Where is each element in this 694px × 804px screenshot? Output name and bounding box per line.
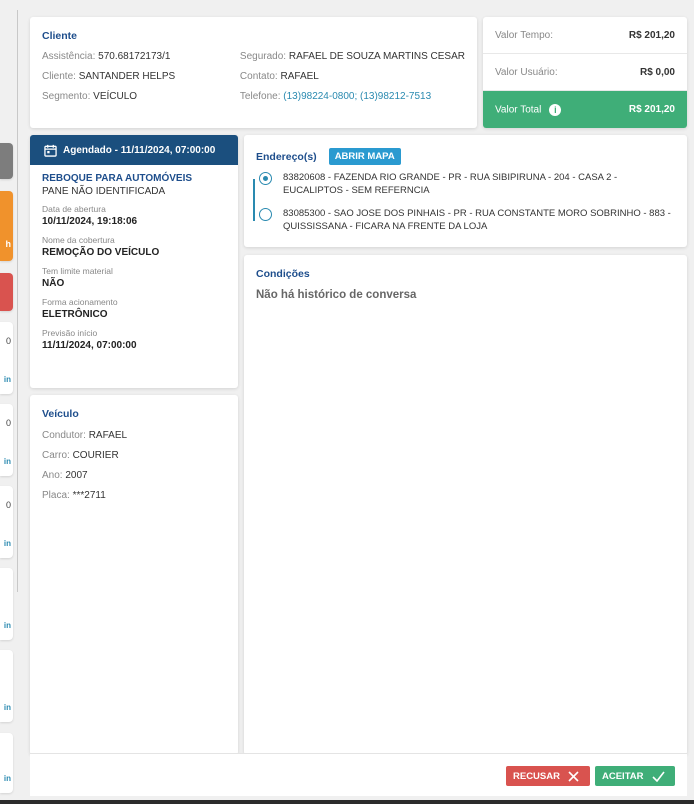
abrir-mapa-button[interactable]: ABRIR MAPA xyxy=(328,148,401,165)
field-label: Tem limite material xyxy=(42,266,113,276)
partial-red-card[interactable] xyxy=(0,273,13,311)
previsao-inicio-value: 11/11/2024, 07:00:00 xyxy=(42,340,137,351)
cobertura-value: REMOÇÃO DO VEÍCULO xyxy=(42,247,160,258)
valor-tempo-row: Valor Tempo: R$ 201,20 xyxy=(483,17,687,54)
segurado-row: Segurado: RAFAEL DE SOUZA MARTINS CESAR xyxy=(239,51,465,62)
limite-material-value: NÃO xyxy=(42,278,65,289)
carro-row: Carro: COURIER xyxy=(42,450,119,461)
telefone-row: Telefone: (13)98224-0800; (13)98212-7513 xyxy=(239,91,432,102)
segmento-row: Segmento: VEÍCULO xyxy=(42,91,138,102)
field-label: Nome da cobertura xyxy=(42,235,115,245)
partial-list-item[interactable]: in xyxy=(0,650,13,722)
carro-value: COURIER xyxy=(72,450,119,461)
valor-usuario-row: Valor Usuário: R$ 0,00 xyxy=(483,54,687,91)
partial-list-item[interactable]: 0 in xyxy=(0,404,13,476)
data-abertura-value: 10/11/2024, 19:18:06 xyxy=(42,216,138,227)
field-label: Data de abertura xyxy=(42,204,106,214)
contato-value: RAFAEL xyxy=(280,71,319,82)
condutor-row: Condutor: RAFAEL xyxy=(42,430,128,441)
endereco-title: Endereço(s) xyxy=(256,150,317,163)
check-icon xyxy=(651,771,665,782)
forma-acionamento-value: ELETRÔNICO xyxy=(42,309,108,320)
aceitar-button[interactable]: ACEITAR xyxy=(595,766,675,786)
address-destination: 83085300 - SAO JOSE DOS PINHAIS - PR - R… xyxy=(256,207,675,233)
servico-subtitle: PANE NÃO IDENTIFICADA xyxy=(42,186,166,197)
cliente-title: Cliente xyxy=(42,30,78,42)
empty-history-message: Não há histórico de conversa xyxy=(256,289,417,301)
ano-value: 2007 xyxy=(65,470,88,481)
segurado-value: RAFAEL DE SOUZA MARTINS CESAR xyxy=(288,51,465,62)
valor-total: R$ 201,20 xyxy=(628,104,675,115)
route-line xyxy=(253,179,255,221)
assistencia-value: 570.68172173/1 xyxy=(98,51,171,62)
field-label: Previsão início xyxy=(42,328,98,338)
contato-row: Contato: RAFAEL xyxy=(239,71,319,82)
cliente-row: Cliente: SANTANDER HELPS xyxy=(42,71,176,82)
telefone-link[interactable]: (13)98224-0800; (13)98212-7513 xyxy=(283,91,431,102)
partial-orange-card[interactable]: h xyxy=(0,191,13,261)
partial-list-item[interactable]: in xyxy=(0,568,13,640)
condicoes-title: Condições xyxy=(256,268,310,280)
origin-marker-icon xyxy=(259,172,272,185)
valores-card: Valor Tempo: R$ 201,20 Valor Usuário: R$… xyxy=(483,17,687,128)
veiculo-card: Veículo Condutor: RAFAEL Carro: COURIER … xyxy=(30,395,238,755)
info-icon[interactable]: i xyxy=(549,103,562,116)
destination-marker-icon xyxy=(259,208,272,221)
veiculo-title: Veículo xyxy=(42,408,79,420)
divider xyxy=(17,10,18,592)
valor-tempo: R$ 201,20 xyxy=(628,29,675,41)
agendamento-card: Agendado - 11/11/2024, 07:00:00 REBOQUE … xyxy=(30,135,238,388)
address-origin: 83820608 - FAZENDA RIO GRANDE - PR - RUA… xyxy=(256,171,675,197)
condicoes-card: Condições Não há histórico de conversa xyxy=(244,255,687,755)
ano-row: Ano: 2007 xyxy=(42,470,88,481)
valor-total-row: Valor Total i R$ 201,20 xyxy=(483,91,687,128)
valor-usuario: R$ 0,00 xyxy=(639,66,675,78)
placa-value: ***2711 xyxy=(72,490,106,501)
agendamento-header: Agendado - 11/11/2024, 07:00:00 xyxy=(30,135,238,165)
bottom-bar xyxy=(0,800,694,804)
segmento-value: VEÍCULO xyxy=(93,91,138,102)
servico-title: REBOQUE PARA AUTOMÓVEIS xyxy=(42,173,193,184)
close-icon xyxy=(568,770,579,782)
assistencia-row: Assistência: 570.68172173/1 xyxy=(42,51,171,62)
cliente-value: SANTANDER HELPS xyxy=(78,71,176,82)
partial-side-list: h 0 in 0 in 0 in in in in xyxy=(0,0,18,800)
calendar-icon xyxy=(44,144,57,157)
partial-list-item[interactable]: 0 in xyxy=(0,322,13,394)
partial-list-item[interactable]: 0 in xyxy=(0,486,13,558)
placa-row: Placa: ***2711 xyxy=(42,490,106,501)
condutor-value: RAFAEL xyxy=(88,430,128,441)
partial-gray-tab[interactable] xyxy=(0,143,13,179)
recusar-button[interactable]: RECUSAR xyxy=(506,766,590,786)
partial-list-item[interactable]: in xyxy=(0,733,13,793)
endereco-card: Endereço(s) ABRIR MAPA 83820608 - FAZEND… xyxy=(244,135,687,247)
cliente-card: Cliente Assistência: 570.68172173/1 Clie… xyxy=(30,17,477,128)
action-footer: RECUSAR ACEITAR xyxy=(30,753,687,796)
field-label: Forma acionamento xyxy=(42,297,118,307)
